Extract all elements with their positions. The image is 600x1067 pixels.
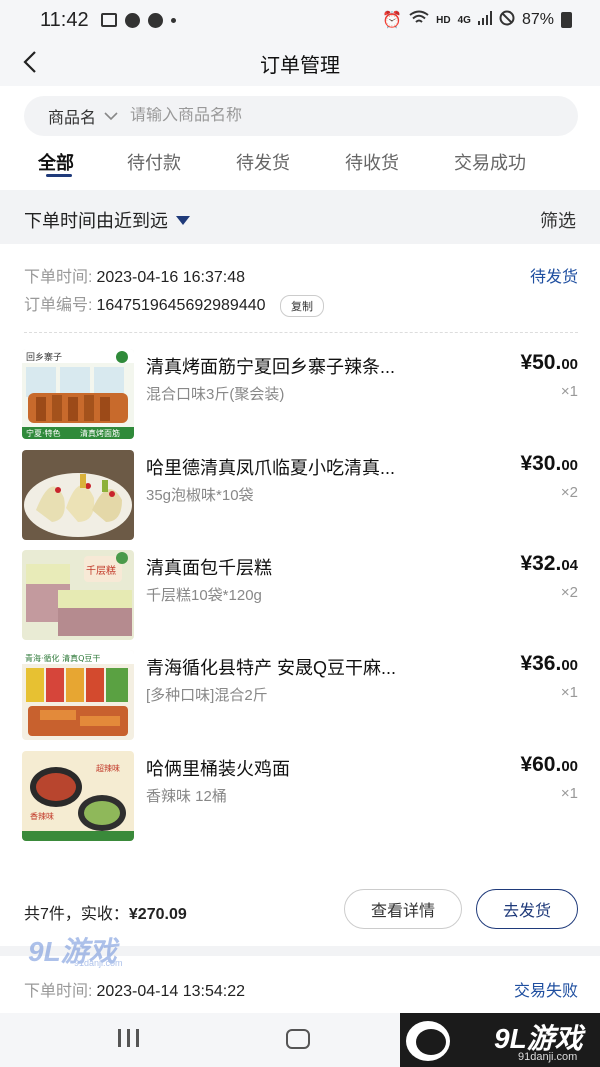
product-price: ¥50.00: [520, 351, 578, 374]
order-time-label: 下单时间:: [24, 269, 93, 286]
product-price: ¥36.00: [520, 652, 578, 675]
tab-pending-shipment[interactable]: 待发货: [236, 149, 290, 175]
product-quantity: ×2: [560, 584, 578, 601]
product-price: ¥32.04: [520, 552, 578, 575]
list-item[interactable]: 千层糕 清真面包千层糕 千层糕10袋*120g ¥32.04 ×2: [22, 550, 578, 640]
filter-panel: 商品名 全部 待付款 待发货 待收货 交易成功: [0, 86, 600, 190]
tab-pending-payment[interactable]: 待付款: [127, 149, 181, 175]
watermark-site: 91danji.com: [518, 1051, 578, 1063]
clock: 11:42: [40, 8, 89, 31]
gallery-icon: [100, 13, 117, 27]
product-spec: 千层糕10袋*120g: [146, 587, 262, 604]
do-not-disturb-icon: [499, 10, 515, 31]
battery-level: 87%: [521, 11, 554, 28]
product-spec: 35g泡椒味*10袋: [146, 487, 254, 504]
order-time-row: 下单时间: 2023-04-14 13:54:22: [24, 977, 245, 1001]
order-status: 待发货: [529, 269, 578, 286]
home-button[interactable]: [286, 1029, 310, 1049]
divider: [24, 332, 578, 333]
active-tab-indicator: [46, 174, 72, 177]
order-id-row: 订单编号: 1647519645692989440 复制: [24, 291, 324, 317]
product-name: 清真面包千层糕: [146, 558, 272, 578]
order-time: 2023-04-14 13:54:22: [96, 983, 246, 1000]
status-bar: 11:42 ⏰ HD 4G 87%: [0, 0, 600, 40]
product-name: 哈俩里桶装火鸡面: [146, 759, 290, 779]
order-status-tabs: 全部 待付款 待发货 待收货 交易成功: [0, 146, 600, 186]
product-quantity: ×1: [560, 684, 578, 701]
sort-bar: 下单时间由近到远 筛选: [0, 200, 600, 240]
product-quantity: ×1: [560, 383, 578, 400]
wechat-icon: [147, 12, 163, 28]
chevron-left-icon: [23, 51, 36, 73]
network-indicator: 4G: [457, 14, 471, 26]
view-details-button[interactable]: 查看详情: [344, 889, 462, 929]
caret-down-icon[interactable]: [176, 215, 190, 225]
product-name: 青海循化县特产 安晟Q豆干麻...: [146, 658, 397, 678]
battery-icon: [561, 12, 572, 28]
recent-apps-button[interactable]: [118, 1029, 139, 1047]
notification-icon: [124, 12, 140, 28]
product-spec: [多种口味]混合2斤: [146, 687, 268, 704]
tab-completed[interactable]: 交易成功: [454, 149, 526, 175]
back-button[interactable]: [22, 48, 50, 76]
product-price: ¥30.00: [520, 452, 578, 475]
copy-button[interactable]: 复制: [279, 294, 324, 317]
product-brand-text: 青海·循化 清真Q豆干: [25, 653, 100, 663]
list-item[interactable]: 哈里德清真凤爪临夏小吃清真... 35g泡椒味*10袋 ¥30.00 ×2: [22, 450, 578, 540]
filter-button[interactable]: 筛选: [540, 207, 576, 233]
watermark-banner: 9L游戏 91danji.com: [400, 1013, 600, 1067]
search-input[interactable]: [130, 107, 511, 125]
order-time: 2023-04-16 16:37:48: [96, 269, 246, 286]
order-card: 下单时间: 2023-04-16 16:37:48 待发货 订单编号: 164751…: [0, 244, 600, 946]
order-summary: 共7件，实收：¥270.09: [24, 900, 187, 924]
product-brand-text: 回乡寨子: [26, 351, 62, 363]
product-label-text: 千层糕: [86, 564, 116, 577]
hd-indicator: HD: [436, 14, 451, 26]
product-flavor-text-2: 香辣味: [30, 811, 54, 821]
product-image: [22, 450, 134, 540]
product-tag-text-1: 宁夏·特色: [26, 428, 61, 438]
product-image: 超辣味 香辣味: [22, 751, 134, 841]
list-item[interactable]: 青海·循化 清真Q豆干 青海循化县特产 安晟Q豆干麻... [多种口味]混合2斤…: [22, 650, 578, 740]
product-name: 清真烤面筋宁夏回乡寨子辣条...: [146, 357, 396, 377]
order-status: 交易失败: [513, 983, 578, 1000]
order-id: 1647519645692989440: [96, 297, 266, 314]
tab-all[interactable]: 全部: [38, 149, 74, 175]
watermark-site: 91danji.com: [74, 958, 123, 968]
signal-icon: [477, 10, 492, 30]
product-image: 青海·循化 清真Q豆干: [22, 650, 134, 740]
list-item[interactable]: 超辣味 香辣味 哈俩里桶装火鸡面 香辣味 12桶 ¥60.00 ×1: [22, 751, 578, 841]
summary-label: 共7件，实收：: [24, 906, 129, 923]
sort-select[interactable]: 下单时间由近到远: [24, 207, 168, 233]
product-quantity: ×1: [560, 785, 578, 802]
order-time-label: 下单时间:: [24, 983, 93, 1000]
tab-pending-receipt[interactable]: 待收货: [345, 149, 399, 175]
order-time-row: 下单时间: 2023-04-16 16:37:48: [24, 263, 245, 287]
search-bar: 商品名: [24, 96, 578, 136]
product-image: 千层糕: [22, 550, 134, 640]
page-title: 订单管理: [260, 54, 340, 77]
nav-header: 订单管理: [0, 40, 600, 86]
list-item[interactable]: 回乡寨子 宁夏·特色 清真烤面筋 清真烤面筋宁夏回乡寨子辣条... 混合口味3斤…: [22, 349, 578, 439]
order-total: ¥270.09: [128, 906, 187, 923]
product-spec: 香辣味 12桶: [146, 788, 227, 805]
wifi-icon: [409, 10, 429, 31]
product-image: 回乡寨子 宁夏·特色 清真烤面筋: [22, 349, 134, 439]
product-spec: 混合口味3斤(聚会装): [146, 386, 285, 403]
ship-button[interactable]: 去发货: [476, 889, 578, 929]
product-flavor-text-1: 超辣味: [96, 763, 120, 773]
chevron-down-icon[interactable]: [104, 109, 118, 123]
alarm-icon: ⏰: [382, 12, 403, 29]
order-id-label: 订单编号:: [24, 297, 93, 314]
product-tag-text-2: 清真烤面筋: [80, 428, 120, 438]
product-price: ¥60.00: [520, 753, 578, 776]
search-category-select[interactable]: 商品名: [48, 104, 96, 128]
more-notifications-icon: [170, 17, 176, 23]
product-quantity: ×2: [560, 484, 578, 501]
watermark-logo: 9L游戏 91danji.com: [28, 930, 124, 970]
product-name: 哈里德清真凤爪临夏小吃清真...: [146, 458, 396, 478]
